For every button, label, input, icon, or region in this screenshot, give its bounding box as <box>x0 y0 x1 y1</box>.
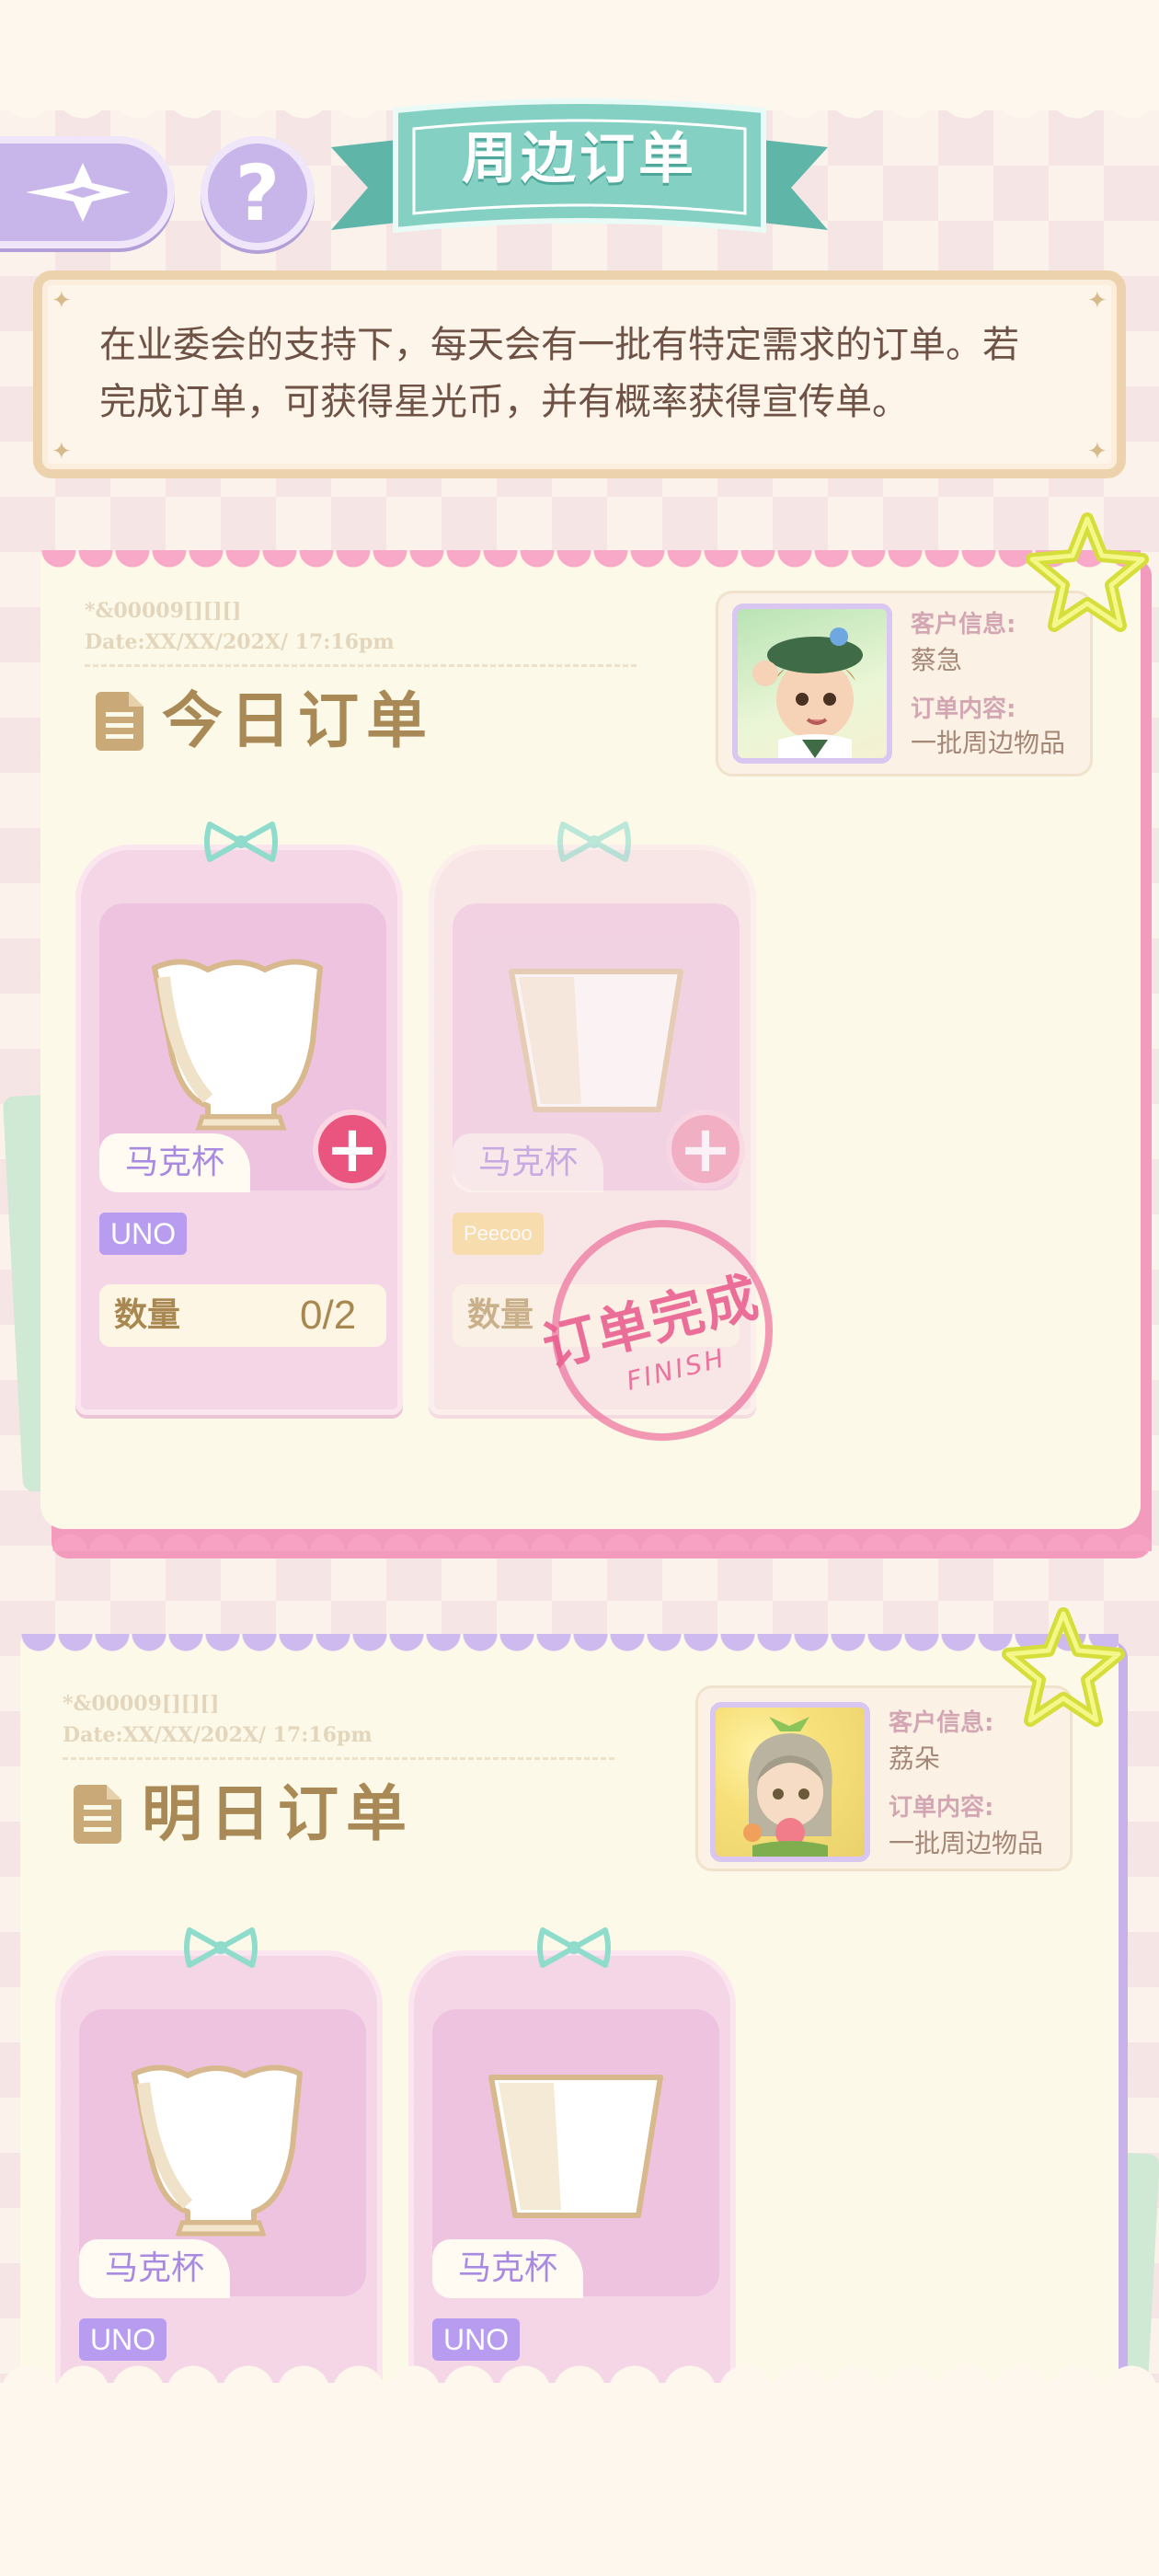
quantity-value: 0/2 <box>300 1293 357 1338</box>
brand-badge: Peecoo <box>453 1213 544 1255</box>
star-icon <box>1026 512 1149 632</box>
add-item-button[interactable]: + <box>666 1110 745 1189</box>
sparkle-icon: ✦ <box>52 287 72 315</box>
notice-line: 完成订单，可获得星光币，并有概率获得宣传单。 <box>99 381 909 423</box>
item-name: 马克杯 <box>453 1133 603 1192</box>
sparkle-icon: ✦ <box>1087 287 1107 315</box>
add-item-button[interactable]: + <box>313 1110 392 1189</box>
document-icon <box>96 692 143 751</box>
notice-text: 在业委会的支持下，每天会有一批有特定需求的订单。若 完成订单，可获得星光币，并有… <box>99 316 1093 431</box>
sparkle-icon: ✦ <box>52 438 72 466</box>
bow-icon <box>184 1927 258 1968</box>
quantity-label: 数量 <box>467 1296 534 1334</box>
bottom-scallop-band <box>0 2355 1159 2576</box>
order-content: 一批周边物品 <box>911 728 1066 758</box>
notice-line: 在业委会的支持下，每天会有一批有特定需求的订单。若 <box>99 324 1019 366</box>
bow-icon <box>537 1927 611 1968</box>
tomorrow-order-title: 明日订单 <box>142 1778 414 1849</box>
back-button[interactable] <box>0 136 175 248</box>
quantity-label: 数量 <box>114 1296 181 1334</box>
client-name: 蔡急 <box>911 645 963 675</box>
item-name: 马克杯 <box>79 2239 230 2298</box>
order-date: Date:XX/XX/202X/ 17:16pm <box>63 1723 373 1747</box>
order-content-label: 订单内容: <box>889 1794 994 1822</box>
panel-scallop <box>40 550 1141 576</box>
client-info-label: 客户信息: <box>889 1709 994 1737</box>
back-arrow-icon <box>26 163 131 222</box>
panel-scallop <box>52 1524 1152 1551</box>
order-date: Date:XX/XX/202X/ 17:16pm <box>85 630 395 654</box>
today-order-title: 今日订单 <box>162 685 434 756</box>
bow-icon <box>557 822 631 862</box>
item-name: 马克杯 <box>99 1133 250 1192</box>
item-name: 马克杯 <box>432 2239 583 2298</box>
help-icon: ? <box>235 148 281 238</box>
help-button[interactable]: ? <box>201 136 315 250</box>
divider <box>85 664 637 667</box>
order-content-label: 订单内容: <box>911 696 1016 723</box>
sparkle-icon: ✦ <box>1087 438 1107 466</box>
client-info-label: 客户信息: <box>911 611 1016 638</box>
bow-icon <box>204 822 278 862</box>
client-name: 荔朵 <box>889 1743 941 1774</box>
order-content: 一批周边物品 <box>889 1828 1044 1858</box>
star-icon <box>1002 1607 1125 1727</box>
plus-icon: + <box>678 1111 733 1187</box>
document-icon <box>74 1785 121 1844</box>
client-avatar <box>710 1702 870 1862</box>
brand-badge: UNO <box>99 1213 188 1255</box>
page-title: 周边订单 <box>462 127 697 191</box>
order-serial: *&00009[][][] <box>63 1692 220 1716</box>
divider <box>63 1757 614 1760</box>
panel-scallop <box>20 1634 1119 1660</box>
client-avatar <box>732 604 892 764</box>
plus-icon: + <box>325 1111 380 1187</box>
order-serial: *&00009[][][] <box>85 599 242 623</box>
